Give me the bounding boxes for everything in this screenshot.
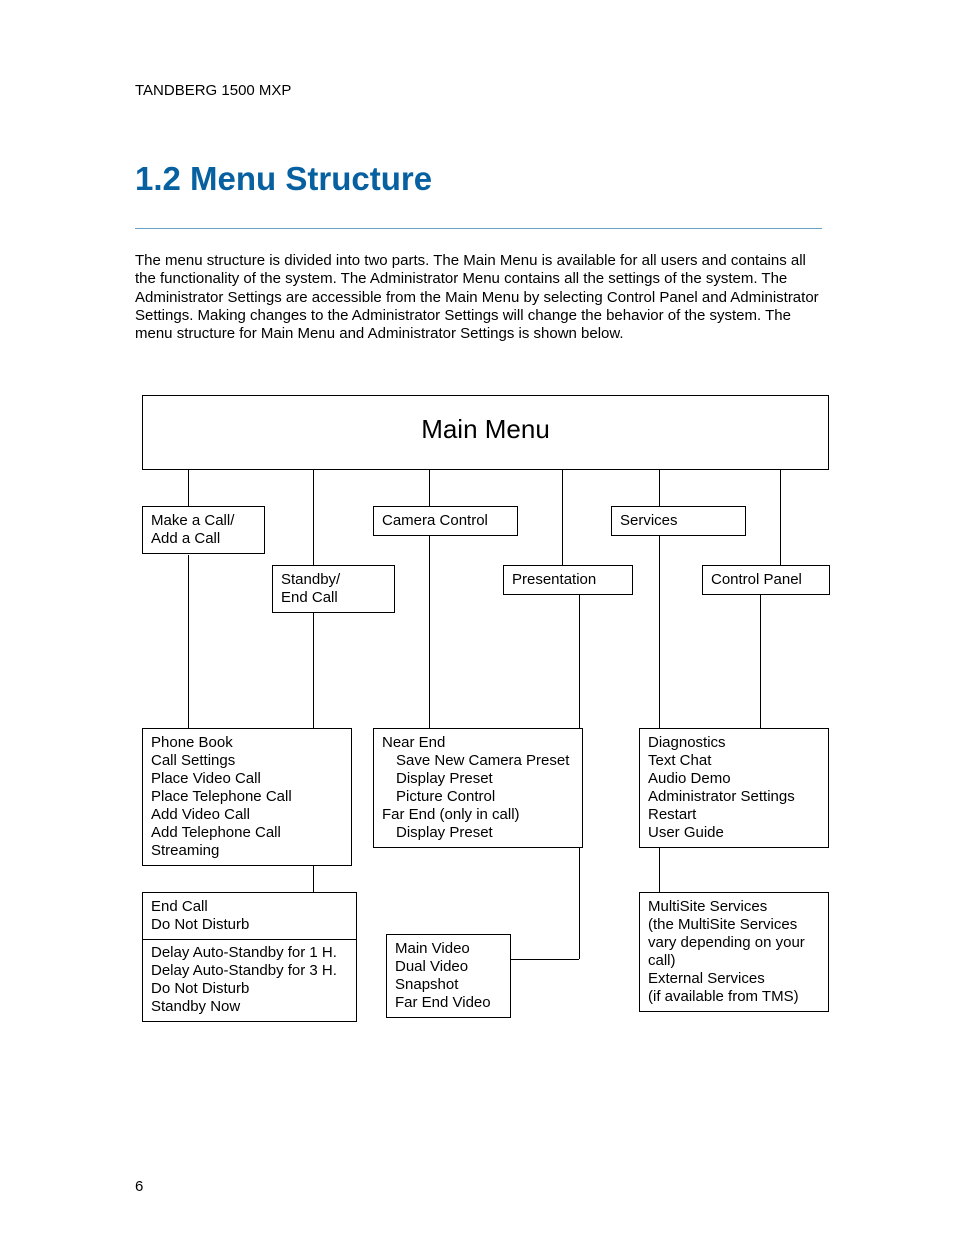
list-item: (if available from TMS) [648,988,820,1006]
endcall-box: End CallDo Not Disturb Delay Auto-Standb… [142,892,357,1022]
connector [188,555,189,728]
list-item: Delay Auto-Standby for 1 H. [151,944,348,962]
connector [511,959,579,960]
list-item: External Services [648,970,820,988]
list-item: Add Video Call [151,806,343,824]
list-item: MultiSite Services [648,898,820,916]
list-item: Main Video [395,940,502,958]
list-item: Snapshot [395,976,502,994]
connector [188,470,189,506]
doc-header: TANDBERG 1500 MXP [135,82,291,99]
standby-box: Standby/ End Call [272,565,395,613]
connector [760,594,761,728]
connector [429,470,430,506]
list-item: Streaming [151,842,343,860]
control-panel-box: Control Panel [702,565,830,595]
services-box: Services [611,506,746,536]
list-item: Near End [382,734,574,752]
list-item: Picture Control [382,788,574,806]
list-item: Do Not Disturb [151,916,348,934]
list-item: Text Chat [648,752,820,770]
list-item: Far End Video [395,994,502,1012]
list-item: Display Preset [382,770,574,788]
section-title: 1.2 Menu Structure [135,160,432,198]
title-rule [135,228,822,229]
list-item: Display Preset [382,824,574,842]
label: Standby/ End Call [281,571,340,606]
list-item: Add Telephone Call [151,824,343,842]
connector [659,470,660,506]
list-item: Delay Auto-Standby for 3 H. [151,962,348,980]
list-item: Do Not Disturb [151,980,348,998]
connector [780,470,781,565]
main-menu-box: Main Menu [142,395,829,470]
list-item: Call Settings [151,752,343,770]
list-item: Diagnostics [648,734,820,752]
label: Camera Control [382,512,488,529]
list-item: Restart [648,806,820,824]
phone-book-box: Phone BookCall SettingsPlace Video CallP… [142,728,352,866]
presentation-box: Presentation [503,565,633,595]
make-call-box: Make a Call/ Add a Call [142,506,265,554]
list-item: Administrator Settings [648,788,820,806]
main-video-box: Main VideoDual VideoSnapshotFar End Vide… [386,934,511,1018]
camera-control-box: Camera Control [373,506,518,536]
label: Presentation [512,571,596,588]
list-item: Far End (only in call) [382,806,574,824]
diagnostics-box: DiagnosticsText ChatAudio DemoAdministra… [639,728,829,848]
list-item: End Call [151,898,348,916]
label: Services [620,512,678,529]
list-item: (the MultiSite Services vary depending o… [648,916,820,970]
list-item: Place Video Call [151,770,343,788]
connector [429,535,430,728]
multisite-box: MultiSite Services(the MultiSite Service… [639,892,829,1012]
connector [562,470,563,565]
label: Control Panel [711,571,802,588]
list-item: Audio Demo [648,770,820,788]
page-number: 6 [135,1178,143,1195]
list-item: Dual Video [395,958,502,976]
body-paragraph: The menu structure is divided into two p… [135,252,822,343]
page: TANDBERG 1500 MXP 1.2 Menu Structure The… [0,0,954,1235]
connector [313,470,314,565]
list-item: Save New Camera Preset [382,752,574,770]
label: Make a Call/ Add a Call [151,512,234,547]
near-end-box: Near EndSave New Camera PresetDisplay Pr… [373,728,583,848]
list-item: Phone Book [151,734,343,752]
list-item: Place Telephone Call [151,788,343,806]
list-item: User Guide [648,824,820,842]
list-item: Standby Now [151,998,348,1016]
